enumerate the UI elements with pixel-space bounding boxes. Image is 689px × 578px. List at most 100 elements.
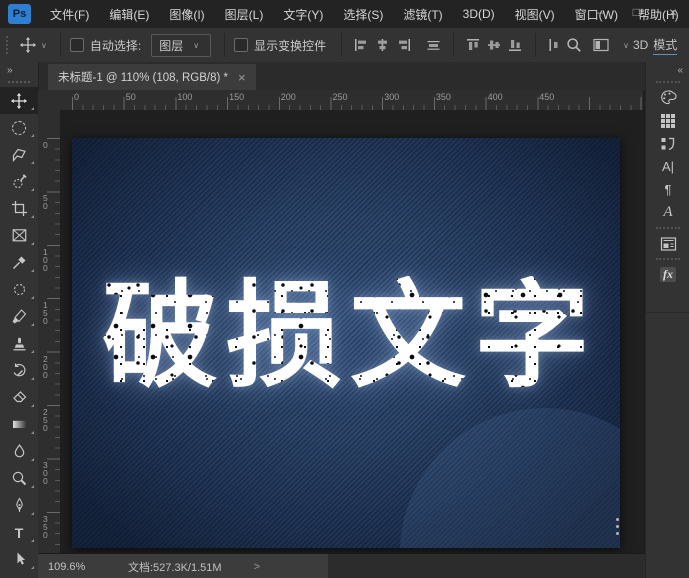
- clone-stamp-tool[interactable]: [0, 330, 38, 357]
- styles-panel-button[interactable]: fx: [646, 263, 689, 286]
- canvas-viewport[interactable]: 破损文字: [60, 110, 643, 553]
- ruler-tick-label: 350: [435, 92, 451, 102]
- tools-panel: » T: [0, 62, 39, 578]
- brush-tool[interactable]: [0, 303, 38, 330]
- move-tool[interactable]: [0, 87, 38, 114]
- dock-grip[interactable]: [656, 227, 680, 229]
- vertical-ruler[interactable]: 0 50 100 150 200 250 300 350: [38, 110, 61, 553]
- mode-caret-icon[interactable]: ∨: [623, 41, 629, 50]
- properties-panel-button[interactable]: [646, 232, 689, 255]
- clone-stamp-icon: [13, 337, 25, 351]
- magnifier-icon[interactable]: [566, 37, 582, 53]
- ruler-tick-label: 300: [43, 460, 48, 487]
- align-left-edges-icon[interactable]: [354, 38, 369, 52]
- zoom-level-field[interactable]: 109.6%: [48, 561, 110, 573]
- rectangle-shape-tool[interactable]: [0, 573, 38, 578]
- history-brush-icon: [13, 363, 25, 377]
- menu-item[interactable]: 图层(L): [215, 6, 274, 23]
- scrollbar-grip-dots[interactable]: [616, 518, 619, 535]
- menu-item[interactable]: 图像(I): [159, 6, 214, 23]
- mode-label[interactable]: 模式: [653, 36, 678, 55]
- glyphs-panel-button[interactable]: A: [646, 201, 689, 224]
- tab-close-icon[interactable]: ×: [238, 70, 246, 85]
- type-tool[interactable]: T: [0, 519, 38, 546]
- character-panel-icon: A|: [661, 159, 675, 174]
- quick-selection-icon: [12, 174, 27, 189]
- lasso-tool[interactable]: [0, 141, 38, 168]
- auto-select-checkbox[interactable]: [69, 38, 84, 52]
- dodge-tool[interactable]: [0, 465, 38, 492]
- ruler-tick-label: 350: [43, 513, 48, 540]
- move-tool-option-icon[interactable]: [20, 37, 36, 53]
- color-panel-button[interactable]: [646, 86, 689, 109]
- paragraph-panel-button[interactable]: ¶: [646, 178, 689, 201]
- menu-item[interactable]: 编辑(E): [99, 6, 159, 23]
- dock-collapse-icon[interactable]: «: [646, 62, 689, 78]
- document-tab[interactable]: 未标题-1 @ 110% (108, RGB/8) * ×: [48, 64, 256, 90]
- tools-grip[interactable]: [8, 81, 30, 83]
- quick-selection-tool[interactable]: [0, 168, 38, 195]
- panel-toggle-icon[interactable]: [593, 38, 610, 52]
- align-vertical-centers-icon[interactable]: [487, 38, 502, 52]
- tool-preset-caret-icon[interactable]: ∨: [41, 41, 47, 50]
- menu-list: 文件(F) 编辑(E) 图像(I) 图层(L) 文字(Y) 选择(S) 滤镜(T) 3D(D)…: [40, 6, 689, 23]
- healing-brush-icon: [13, 283, 25, 296]
- elliptical-marquee-tool[interactable]: [0, 114, 38, 141]
- align-bottom-edges-icon[interactable]: [508, 38, 523, 52]
- dock-grip[interactable]: [656, 81, 680, 83]
- horizontal-ruler[interactable]: 0 50 100 150 200 250 300 350 400 450: [60, 90, 643, 111]
- history-brush-tool[interactable]: [0, 357, 38, 384]
- type-icon: T: [14, 524, 24, 541]
- document-canvas[interactable]: 破损文字: [72, 138, 620, 548]
- ruler-tick-label: 50: [43, 193, 48, 212]
- maximize-button[interactable]: □: [633, 3, 640, 21]
- frame-tool[interactable]: [0, 222, 38, 249]
- separator: [453, 33, 455, 57]
- healing-brush-tool[interactable]: [0, 276, 38, 303]
- dock-grip[interactable]: [656, 258, 680, 260]
- tools-collapse-icon[interactable]: »: [0, 62, 38, 78]
- auto-select-target-value: 图层: [159, 38, 184, 53]
- path-selection-tool[interactable]: [0, 546, 38, 573]
- show-transform-checkbox[interactable]: [234, 38, 249, 52]
- blur-tool[interactable]: [0, 438, 38, 465]
- distribute-vertical-centers-icon[interactable]: [426, 38, 441, 52]
- menu-item[interactable]: 3D(D): [453, 7, 505, 21]
- adjustments-icon: [661, 137, 675, 150]
- menu-item[interactable]: 滤镜(T): [393, 6, 452, 23]
- menu-item[interactable]: 文件(F): [40, 6, 99, 23]
- align-top-edges-icon[interactable]: [466, 38, 481, 52]
- ruler-tick-label: 300: [384, 92, 400, 102]
- ruler-tick-label: 100: [177, 92, 193, 102]
- gradient-tool[interactable]: [0, 411, 38, 438]
- fx-icon: fx: [660, 267, 676, 282]
- swatches-panel-button[interactable]: [646, 109, 689, 132]
- eyedropper-tool[interactable]: [0, 249, 38, 276]
- paragraph-panel-icon: ¶: [664, 182, 672, 197]
- mode-3d-label[interactable]: 3D: [633, 38, 648, 52]
- minimize-button[interactable]: –: [597, 3, 604, 21]
- close-button[interactable]: ×: [669, 3, 677, 21]
- align-horizontal-centers-icon[interactable]: [375, 38, 390, 52]
- crop-tool[interactable]: [0, 195, 38, 222]
- character-panel-button[interactable]: A|: [646, 155, 689, 178]
- menu-item[interactable]: 视图(V): [505, 6, 565, 23]
- eraser-tool[interactable]: [0, 384, 38, 411]
- ruler-tick-label: 150: [229, 92, 245, 102]
- align-right-edges-icon[interactable]: [396, 38, 411, 52]
- move-icon: [11, 92, 27, 109]
- auto-select-target-dropdown[interactable]: 图层 ∨: [151, 33, 212, 57]
- glyphs-panel-icon: A: [663, 204, 673, 220]
- pen-tool[interactable]: [0, 492, 38, 519]
- ruler-tick-label: 50: [125, 92, 136, 102]
- ruler-tick-label: 0: [74, 92, 80, 102]
- adjustments-panel-button[interactable]: [646, 132, 689, 155]
- blur-icon: [14, 443, 24, 458]
- ruler-tick-label: 200: [280, 92, 296, 102]
- menu-item[interactable]: 选择(S): [333, 6, 393, 23]
- ruler-origin-corner[interactable]: [38, 90, 61, 111]
- status-expand-icon[interactable]: >: [254, 561, 260, 573]
- distribute-spacing-icon[interactable]: [548, 38, 560, 52]
- menu-item[interactable]: 文字(Y): [273, 6, 333, 23]
- ruler-tick-label: 100: [43, 246, 48, 273]
